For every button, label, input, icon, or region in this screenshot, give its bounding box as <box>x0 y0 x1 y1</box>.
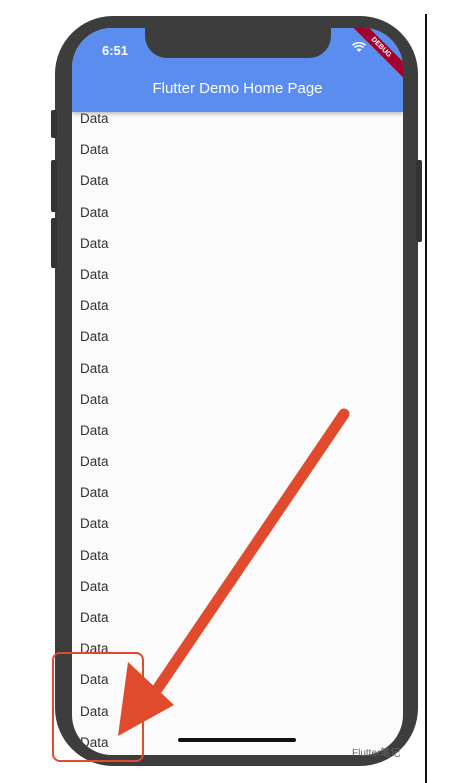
annotation-arrow <box>118 408 350 736</box>
watermark: Flutter笔记 <box>352 748 401 759</box>
